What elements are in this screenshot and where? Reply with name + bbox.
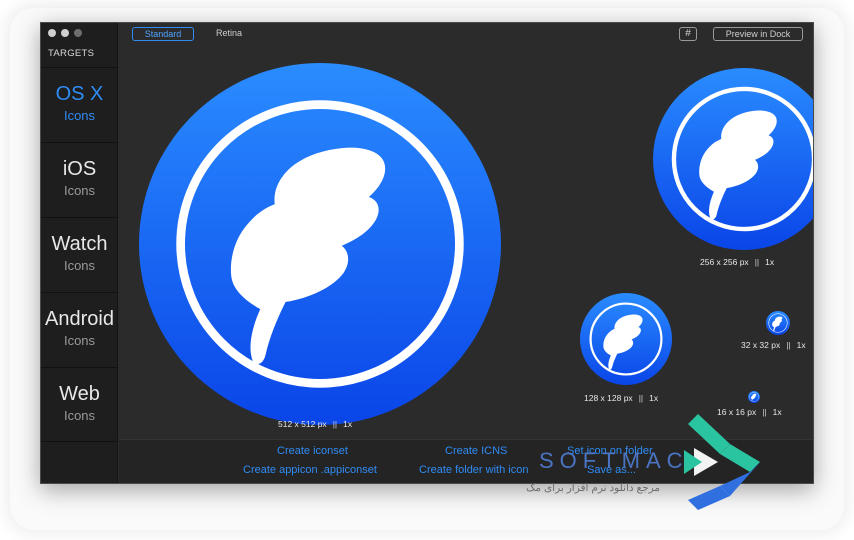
create-iconset-link[interactable]: Create iconset: [277, 445, 348, 457]
retina-tab[interactable]: Retina: [204, 27, 254, 41]
size-label-128: 128 x 128 px || 1x: [584, 393, 659, 403]
watermark-tagline: مرجع دانلود نرم افزار برای مک: [526, 482, 660, 494]
create-folder-with-icon-link[interactable]: Create folder with icon: [419, 464, 528, 476]
sidebar-item-android[interactable]: Android Icons: [41, 292, 118, 367]
size-label-32: 32 x 32 px || 1x: [741, 340, 806, 350]
sidebar-item-title: OS X: [55, 83, 104, 105]
sidebar-item-subtitle: Icons: [63, 108, 96, 123]
sidebar-item-subtitle: Icons: [63, 333, 96, 348]
feather-icon-16: [748, 391, 760, 403]
window-controls: [48, 29, 82, 37]
create-appicon-link[interactable]: Create appicon .appiconset: [243, 464, 377, 476]
sidebar-item-web[interactable]: Web Icons: [41, 367, 118, 442]
size-label-512: 512 x 512 px || 1x: [278, 419, 353, 429]
close-window-button[interactable]: [48, 29, 56, 37]
sidebar-item-ios[interactable]: iOS Icons: [41, 142, 118, 217]
sidebar-header: TARGETS: [48, 48, 95, 59]
feather-icon-128: [580, 293, 672, 385]
minimize-window-button[interactable]: [61, 29, 69, 37]
sidebar: TARGETS OS X Icons iOS Icons Watch Icons…: [41, 23, 118, 483]
watermark-brand: SOFTMAC: [539, 448, 689, 473]
feather-icon-256: [653, 68, 814, 250]
zoom-window-button[interactable]: [74, 29, 82, 37]
sidebar-item-title: Watch: [51, 233, 108, 255]
grid-toggle-button[interactable]: #: [679, 27, 697, 41]
softmac-logo-icon: [684, 414, 760, 510]
sidebar-item-watch[interactable]: Watch Icons: [41, 217, 118, 292]
sidebar-item-subtitle: Icons: [63, 408, 96, 423]
sidebar-item-subtitle: Icons: [63, 183, 96, 198]
sidebar-item-title: Android: [45, 308, 114, 330]
create-icns-link[interactable]: Create ICNS: [445, 445, 507, 457]
sidebar-item-title: iOS: [62, 158, 97, 180]
size-label-256: 256 x 256 px || 1x: [700, 257, 775, 267]
preview-in-dock-button[interactable]: Preview in Dock: [713, 27, 803, 41]
sidebar-item-subtitle: Icons: [63, 258, 96, 273]
sidebar-item-osx[interactable]: OS X Icons: [41, 67, 118, 142]
feather-icon-32: [766, 311, 790, 335]
grid-icon: #: [685, 28, 691, 39]
feather-icon-512: [139, 63, 501, 425]
sidebar-item-title: Web: [59, 383, 100, 405]
standard-tab[interactable]: Standard: [132, 27, 194, 41]
